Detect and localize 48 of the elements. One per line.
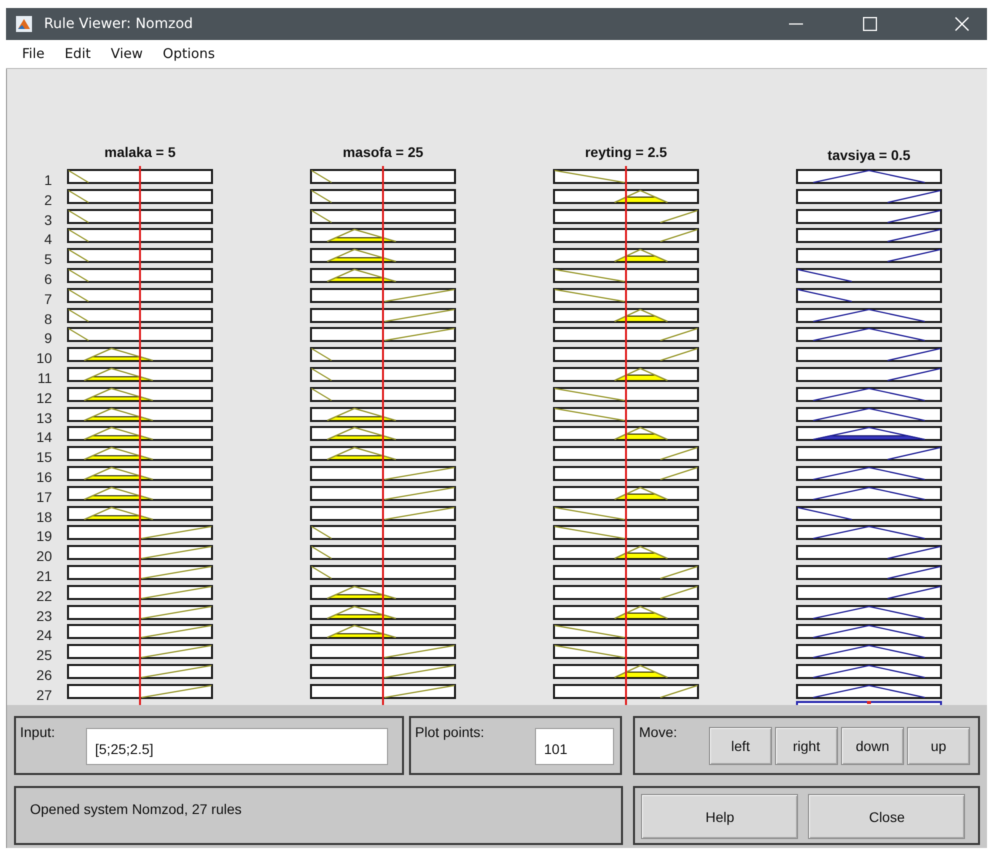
rule-number: 23	[35, 606, 52, 624]
rule-number: 15	[35, 448, 52, 466]
rule-number: 24	[35, 626, 52, 644]
field-label: Input:	[20, 724, 56, 740]
rule-number: 8	[43, 310, 52, 328]
plot-points-field[interactable]: 101	[535, 728, 614, 765]
rule-number: 20	[35, 547, 52, 565]
rule-number: 16	[35, 468, 52, 486]
move-button[interactable]: up	[907, 727, 970, 765]
menu-item[interactable]: Options	[154, 44, 223, 64]
menu-item[interactable]: View	[102, 44, 151, 64]
rule-number: 1	[43, 171, 52, 189]
rule-number: 11	[36, 368, 52, 387]
rule-number: 18	[35, 508, 52, 526]
rule-number: 21	[35, 566, 52, 585]
field-label: Plot points:	[415, 724, 484, 740]
rule-number: 9	[43, 329, 52, 348]
rule-number: 12	[35, 388, 52, 407]
move-button[interactable]: right	[775, 727, 838, 765]
rule-number: 27	[35, 686, 52, 704]
rule-number: 2	[43, 190, 52, 209]
rule-number: 7	[43, 290, 52, 308]
menu-item[interactable]: File	[14, 44, 53, 64]
variable-title: reyting = 2.5	[584, 143, 668, 162]
rule-number: 14	[35, 428, 52, 446]
input-field[interactable]: [5;25;2.5]	[86, 728, 388, 765]
field-label: Move:	[639, 724, 678, 740]
rule-number: 10	[35, 349, 52, 367]
menu-item[interactable]: Edit	[56, 44, 99, 64]
variable-title: masofa = 25	[342, 143, 424, 162]
variable-title: malaka = 5	[103, 143, 177, 162]
variable-title: tavsiya = 0.5	[826, 146, 912, 163]
dialog-button[interactable]: Help	[641, 794, 798, 839]
move-button[interactable]: left	[709, 727, 772, 765]
rule-number: 22	[35, 586, 52, 605]
rule-number: 5	[43, 250, 52, 268]
move-button[interactable]: down	[841, 727, 904, 765]
rule-number: 17	[35, 488, 52, 506]
rule-number: 6	[43, 270, 52, 288]
rule-number: 3	[43, 210, 52, 228]
rule-number: 26	[35, 666, 52, 684]
status-message: Opened system Nomzod, 27 rules	[30, 801, 242, 817]
dialog-button[interactable]: Close	[808, 794, 966, 839]
rule-number: 25	[35, 646, 52, 664]
rule-number: 19	[35, 527, 52, 546]
rule-number: 13	[35, 408, 52, 426]
window-title: Rule Viewer: Nomzod	[44, 16, 193, 32]
rule-number: 4	[43, 230, 52, 248]
